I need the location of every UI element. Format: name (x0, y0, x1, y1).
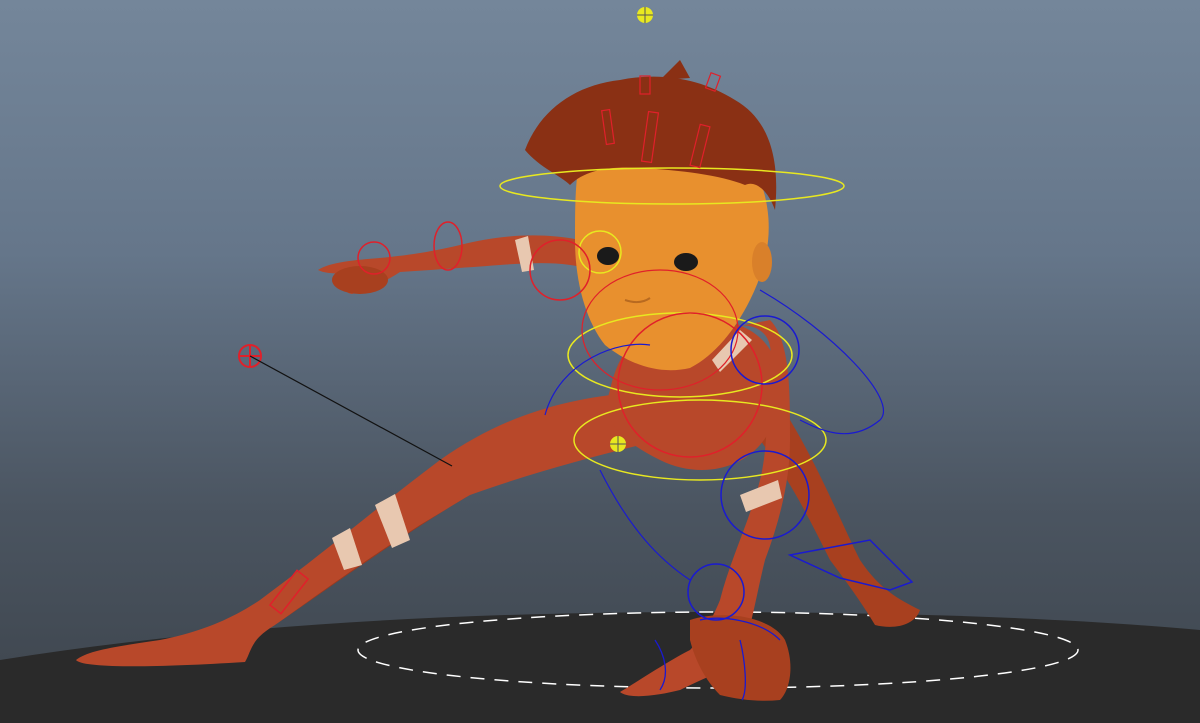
ear (752, 242, 772, 282)
viewport-scene[interactable] (0, 0, 1200, 723)
right-eye[interactable] (674, 253, 698, 271)
hip-ik-curve[interactable] (599, 469, 691, 581)
hair-tuft (660, 60, 690, 80)
hair-control-5[interactable] (704, 72, 722, 92)
pole-vector-line (249, 355, 453, 467)
top-locator-icon[interactable] (637, 7, 653, 23)
left-eye[interactable] (597, 247, 619, 265)
maya-viewport[interactable] (0, 0, 1200, 723)
center-locator-icon[interactable] (610, 436, 626, 452)
left-hand[interactable] (332, 266, 388, 294)
